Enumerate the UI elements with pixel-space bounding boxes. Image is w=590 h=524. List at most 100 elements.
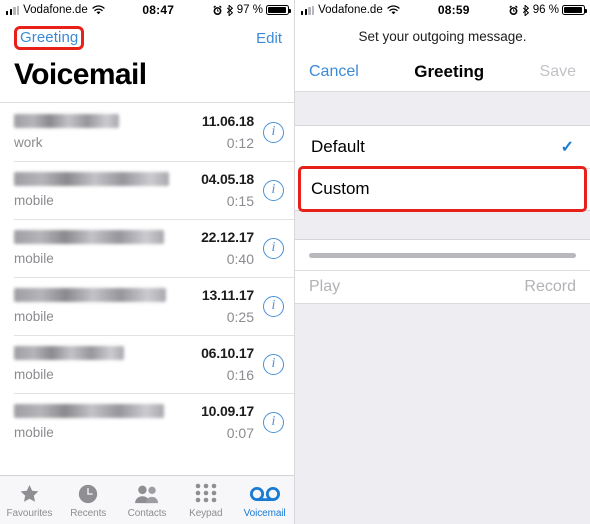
tab-recents[interactable]: Recents bbox=[59, 482, 118, 519]
table-row[interactable]: mobile 22.12.17 0:40 i bbox=[0, 219, 294, 277]
tab-bar: Favourites Recents Contacts Keypad Voice… bbox=[0, 475, 294, 524]
alarm-clock-icon bbox=[509, 4, 518, 15]
caller-number-type: mobile bbox=[14, 251, 54, 266]
row-meta: 13.11.17 0:25 bbox=[202, 287, 254, 325]
row-meta: 22.12.17 0:40 bbox=[201, 229, 254, 267]
greeting-button[interactable]: Greeting bbox=[14, 26, 85, 50]
voicemail-date: 06.10.17 bbox=[201, 345, 254, 361]
status-left-group: Vodafone.de bbox=[301, 4, 400, 16]
voicemail-date: 04.05.18 bbox=[201, 171, 254, 187]
edit-button[interactable]: Edit bbox=[256, 30, 282, 47]
status-right-group: 96 % bbox=[508, 4, 587, 16]
playback-controls: Play Record bbox=[295, 270, 590, 304]
play-button[interactable]: Play bbox=[309, 278, 340, 296]
caller-name-redacted bbox=[14, 172, 169, 186]
info-icon[interactable]: i bbox=[263, 179, 284, 201]
alarm-clock-icon bbox=[213, 4, 222, 15]
table-row[interactable]: mobile 10.09.17 0:07 i bbox=[0, 393, 294, 451]
caller-name-redacted bbox=[14, 404, 164, 418]
star-icon bbox=[0, 482, 59, 506]
table-row[interactable]: mobile 04.05.18 0:15 i bbox=[0, 161, 294, 219]
modal-title: Greeting bbox=[414, 61, 485, 81]
tab-label: Recents bbox=[70, 507, 107, 519]
voicemail-duration: 0:07 bbox=[226, 425, 254, 441]
row-meta: 04.05.18 0:15 bbox=[201, 171, 254, 209]
table-row[interactable]: work 11.06.18 0:12 i bbox=[0, 103, 294, 161]
info-icon[interactable]: i bbox=[263, 411, 284, 433]
keypad-icon bbox=[176, 482, 235, 506]
battery-icon bbox=[562, 5, 587, 15]
voicemail-duration: 0:15 bbox=[226, 193, 254, 209]
scrubber-track[interactable] bbox=[309, 252, 576, 258]
voicemail-duration: 0:12 bbox=[226, 135, 254, 151]
info-icon[interactable]: i bbox=[263, 121, 284, 143]
caller-name-redacted bbox=[14, 230, 164, 244]
battery-percent-label: 96 % bbox=[532, 4, 559, 16]
voicemail-list[interactable]: work 11.06.18 0:12 i mobile 04.05.18 0:1… bbox=[0, 103, 294, 451]
row-primary: mobile bbox=[14, 288, 202, 324]
row-primary: mobile bbox=[14, 404, 201, 440]
voicemail-date: 11.06.18 bbox=[201, 113, 254, 129]
left-phone-screen: Vodafone.de 08:47 97 % Greeting Edit Voi… bbox=[0, 0, 295, 524]
row-meta: 11.06.18 0:12 bbox=[202, 113, 254, 151]
caller-number-type: mobile bbox=[14, 309, 54, 324]
option-label: Default bbox=[311, 137, 365, 156]
left-nav-bar: Greeting Edit bbox=[0, 20, 294, 56]
caller-number-type: mobile bbox=[14, 367, 54, 382]
tab-label: Keypad bbox=[189, 507, 223, 519]
left-status-bar: Vodafone.de 08:47 97 % bbox=[0, 0, 294, 20]
voicemail-icon bbox=[235, 482, 294, 506]
option-custom[interactable]: Custom bbox=[295, 166, 590, 212]
voicemail-date: 10.09.17 bbox=[201, 403, 254, 419]
right-status-bar: Vodafone.de 08:59 96 % bbox=[295, 0, 590, 20]
bluetooth-icon bbox=[226, 4, 233, 16]
voicemail-date: 22.12.17 bbox=[201, 229, 254, 245]
tab-label: Favourites bbox=[6, 507, 53, 519]
info-icon[interactable]: i bbox=[263, 237, 284, 259]
bluetooth-icon bbox=[522, 4, 529, 16]
info-icon[interactable]: i bbox=[263, 295, 284, 317]
cancel-button[interactable]: Cancel bbox=[309, 63, 359, 81]
row-primary: mobile bbox=[14, 172, 201, 208]
wifi-icon bbox=[387, 5, 400, 15]
row-primary: work bbox=[14, 114, 202, 150]
status-left-group: Vodafone.de bbox=[6, 4, 105, 16]
playback-scrubber[interactable] bbox=[295, 240, 590, 270]
screenshot-root: Vodafone.de 08:47 97 % Greeting Edit Voi… bbox=[0, 0, 590, 524]
greeting-button-label: Greeting bbox=[20, 29, 79, 46]
row-primary: mobile bbox=[14, 346, 201, 382]
page-title: Voicemail bbox=[0, 56, 294, 102]
tab-favourites[interactable]: Favourites bbox=[0, 482, 59, 519]
outgoing-message-subtitle: Set your outgoing message. bbox=[295, 20, 590, 52]
signal-bars-icon bbox=[6, 5, 20, 15]
voicemail-duration: 0:25 bbox=[226, 309, 254, 325]
section-gap-top bbox=[295, 92, 590, 126]
table-row[interactable]: mobile 13.11.17 0:25 i bbox=[0, 277, 294, 335]
right-phone-screen: Vodafone.de 08:59 96 % Set your outgoing… bbox=[295, 0, 590, 524]
tab-voicemail[interactable]: Voicemail bbox=[235, 482, 294, 519]
save-button[interactable]: Save bbox=[540, 63, 576, 81]
carrier-label: Vodafone.de bbox=[23, 4, 88, 16]
row-meta: 10.09.17 0:07 bbox=[201, 403, 254, 441]
status-time: 08:47 bbox=[142, 3, 175, 17]
info-icon[interactable]: i bbox=[263, 353, 284, 375]
record-button[interactable]: Record bbox=[524, 278, 576, 296]
status-time: 08:59 bbox=[437, 3, 470, 17]
tab-contacts[interactable]: Contacts bbox=[118, 482, 177, 519]
empty-area bbox=[295, 304, 590, 524]
greeting-modal-nav: Cancel Greeting Save bbox=[295, 52, 590, 92]
voicemail-duration: 0:16 bbox=[226, 367, 254, 383]
option-default[interactable]: Default ✓ bbox=[295, 126, 590, 168]
contacts-icon bbox=[118, 482, 177, 506]
caller-number-type: mobile bbox=[14, 193, 54, 208]
clock-icon bbox=[59, 482, 118, 506]
tab-keypad[interactable]: Keypad bbox=[176, 482, 235, 519]
table-row[interactable]: mobile 06.10.17 0:16 i bbox=[0, 335, 294, 393]
caller-name-redacted bbox=[14, 288, 166, 302]
checkmark-icon: ✓ bbox=[560, 139, 574, 156]
signal-bars-icon bbox=[301, 5, 315, 15]
option-label: Custom bbox=[311, 179, 370, 198]
carrier-label: Vodafone.de bbox=[318, 4, 383, 16]
status-right-group: 97 % bbox=[212, 4, 291, 16]
voicemail-duration: 0:40 bbox=[226, 251, 254, 267]
